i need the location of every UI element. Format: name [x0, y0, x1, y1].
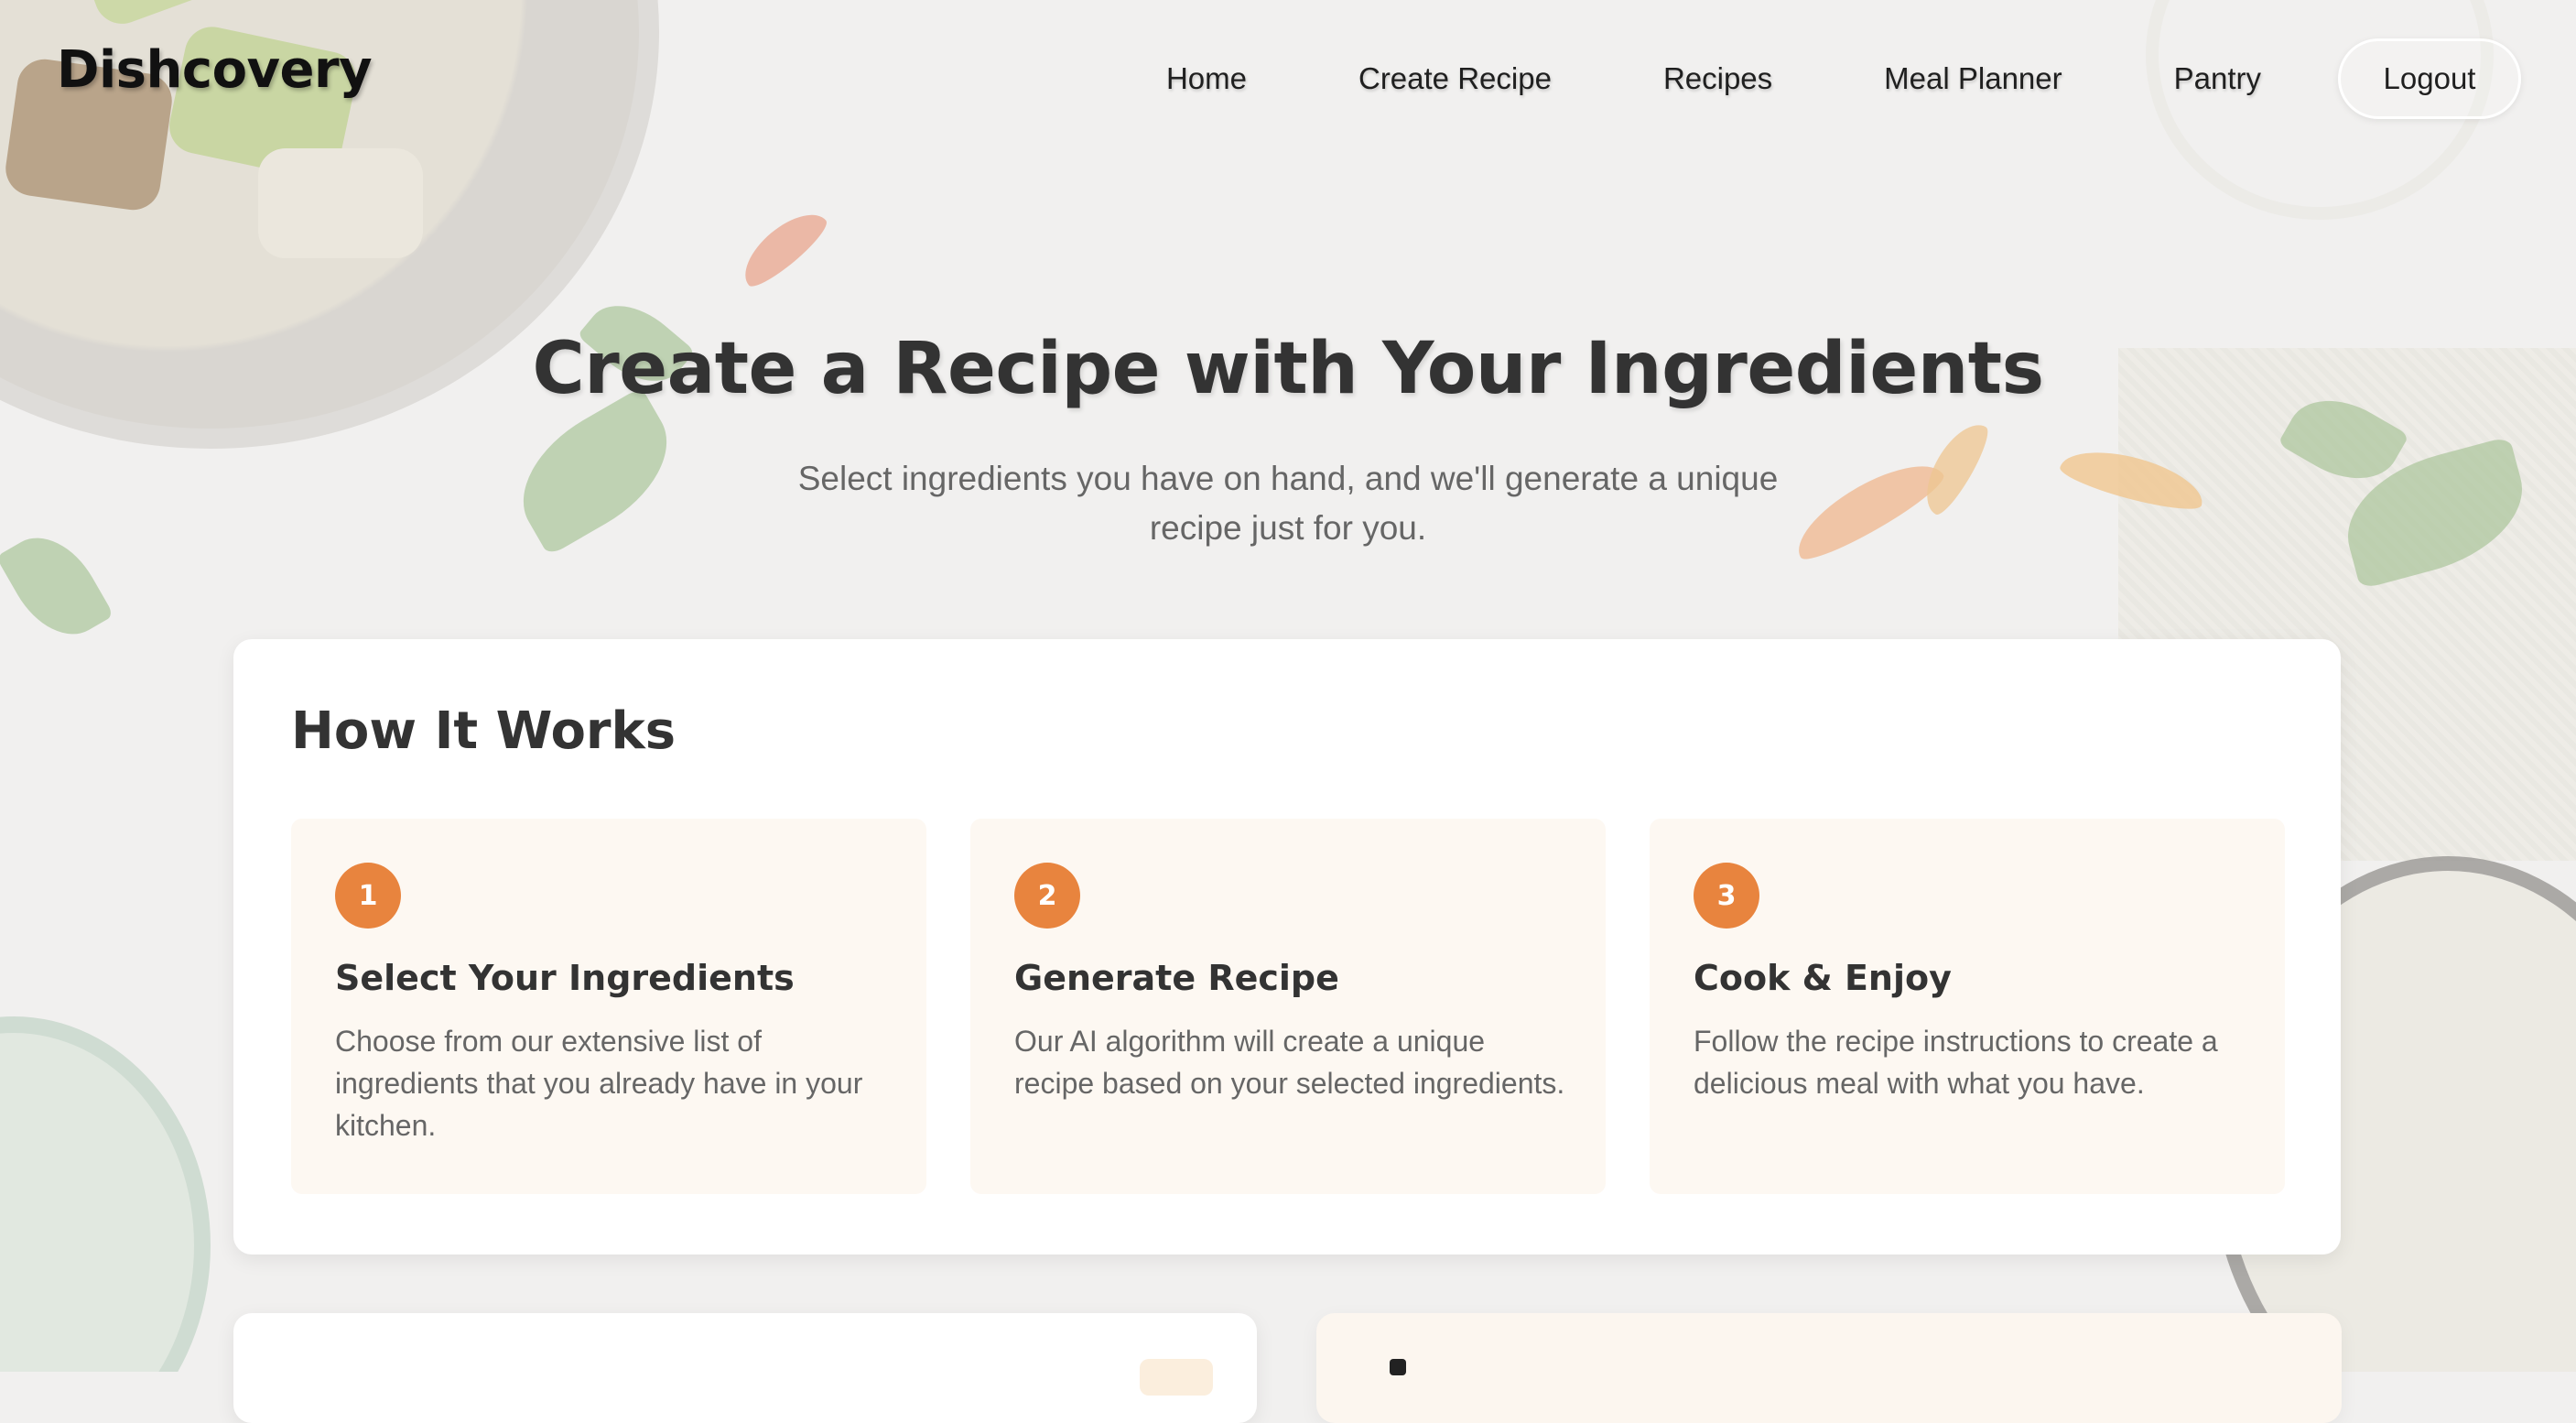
step-title: Cook & Enjoy [1694, 958, 1952, 998]
step-number-badge: 2 [1014, 863, 1080, 929]
step-title: Generate Recipe [1014, 958, 1339, 998]
page-title: Create a Recipe with Your Ingredients [532, 328, 2045, 410]
step-card-generate-recipe: 2 Generate Recipe Our AI algorithm will … [970, 819, 1606, 1194]
nav-home[interactable]: Home [1166, 37, 1247, 121]
page-subtitle: Select ingredients you have on hand, and… [797, 460, 1779, 547]
logout-button[interactable]: Logout [2338, 38, 2521, 119]
step-title: Select Your Ingredients [335, 958, 795, 998]
panel-badge [1140, 1359, 1213, 1396]
nav-create-recipe[interactable]: Create Recipe [1358, 37, 1552, 121]
how-it-works-title: How It Works [291, 701, 676, 761]
nav-pantry[interactable]: Pantry [2174, 37, 2261, 121]
nav-meal-planner[interactable]: Meal Planner [1884, 37, 2062, 121]
nav-recipes[interactable]: Recipes [1663, 37, 1772, 121]
panel-heading-fragment [1390, 1359, 1406, 1375]
step-number-badge: 1 [335, 863, 401, 929]
step-description: Follow the recipe instructions to create… [1694, 1025, 2218, 1100]
recipe-panel [1316, 1313, 2342, 1423]
main-nav: Home Create Recipe Recipes Meal Planner … [1166, 37, 2521, 121]
brand-logo[interactable]: Dishcovery [57, 40, 373, 100]
step-number-badge: 3 [1694, 863, 1759, 929]
step-description: Choose from our extensive list of ingred… [335, 1025, 863, 1142]
step-card-select-ingredients: 1 Select Your Ingredients Choose from ou… [291, 819, 926, 1194]
step-card-cook-enjoy: 3 Cook & Enjoy Follow the recipe instruc… [1650, 819, 2285, 1194]
steps-list: 1 Select Your Ingredients Choose from ou… [291, 819, 2285, 1194]
background-bowl-bottom-left [0, 1016, 211, 1372]
header: Dishcovery Home Create Recipe Recipes Me… [0, 0, 2576, 156]
how-it-works-card: How It Works 1 Select Your Ingredients C… [233, 639, 2341, 1255]
ingredients-panel [233, 1313, 1257, 1423]
step-description: Our AI algorithm will create a unique re… [1014, 1025, 1565, 1100]
